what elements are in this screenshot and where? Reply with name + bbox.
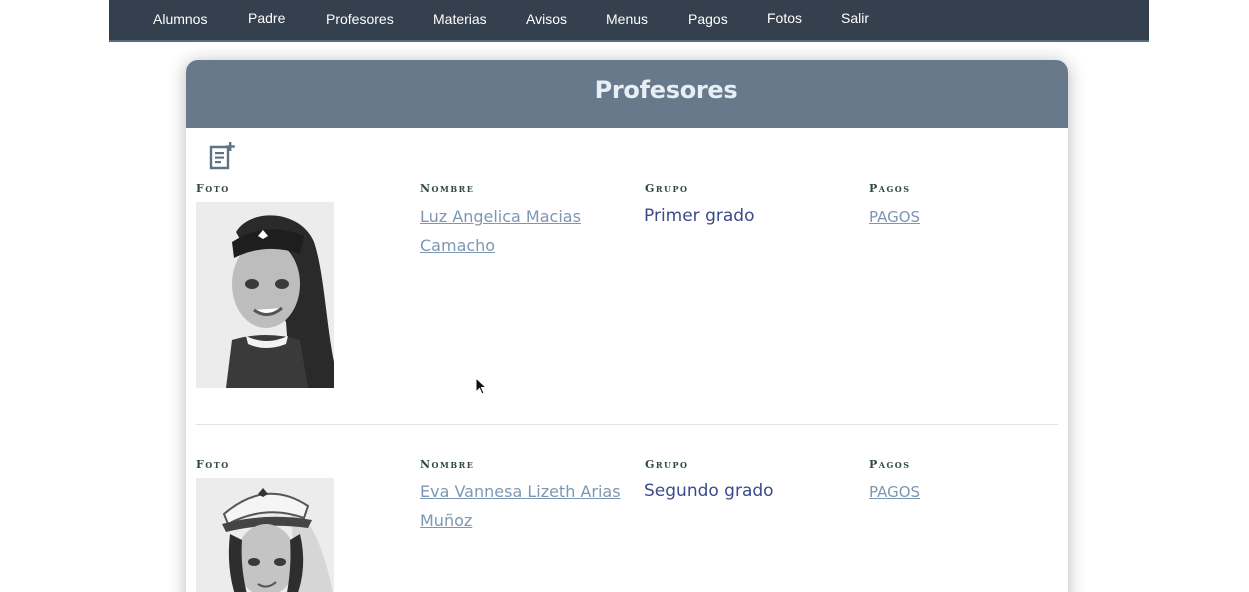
pagos-link[interactable]: PAGOS	[869, 208, 920, 226]
teacher-name-line1: Eva Vannesa Lizeth Arias	[420, 482, 621, 501]
teacher-name-line2: Muñoz	[420, 511, 473, 530]
nav-item-padre[interactable]: Padre	[248, 10, 285, 26]
teacher-name-line1: Luz Angelica Macias	[420, 207, 581, 226]
profesores-card: Profesores Foto Nombre Grupo Pagos Luz A…	[186, 60, 1068, 592]
column-label-foto: Foto	[196, 458, 230, 471]
column-label-nombre: Nombre	[420, 182, 475, 195]
nav-item-materias[interactable]: Materias	[433, 11, 487, 27]
teacher-name-line2: Camacho	[420, 236, 496, 255]
mouse-cursor-icon	[475, 377, 487, 395]
teacher-name-link[interactable]: Eva Vannesa Lizeth Arias Muñoz	[420, 477, 630, 535]
teacher-grupo: Primer grado	[644, 206, 755, 226]
nav-item-avisos[interactable]: Avisos	[526, 11, 567, 27]
pagos-link[interactable]: PAGOS	[869, 483, 920, 501]
teacher-name-link[interactable]: Luz Angelica Macias Camacho	[420, 202, 620, 260]
nav-item-salir[interactable]: Salir	[841, 10, 869, 26]
nav-item-profesores[interactable]: Profesores	[326, 11, 394, 27]
add-note-icon[interactable]	[208, 141, 236, 171]
column-label-pagos: Pagos	[869, 458, 911, 471]
teacher-grupo: Segundo grado	[644, 481, 774, 501]
column-label-grupo: Grupo	[645, 458, 689, 471]
nav-item-fotos[interactable]: Fotos	[767, 10, 802, 26]
top-navbar: Alumnos Padre Profesores Materias Avisos…	[109, 0, 1149, 42]
teacher-photo	[196, 202, 334, 388]
column-label-grupo: Grupo	[645, 182, 689, 195]
column-label-nombre: Nombre	[420, 458, 475, 471]
page-title: Profesores	[594, 76, 738, 104]
nav-item-pagos[interactable]: Pagos	[688, 11, 728, 27]
row-divider	[196, 424, 1058, 425]
column-label-foto: Foto	[196, 182, 230, 195]
nav-item-alumnos[interactable]: Alumnos	[153, 11, 207, 27]
column-label-pagos: Pagos	[869, 182, 911, 195]
nav-item-menus[interactable]: Menus	[606, 11, 648, 27]
card-header: Profesores	[186, 60, 1068, 128]
teacher-photo	[196, 478, 334, 592]
